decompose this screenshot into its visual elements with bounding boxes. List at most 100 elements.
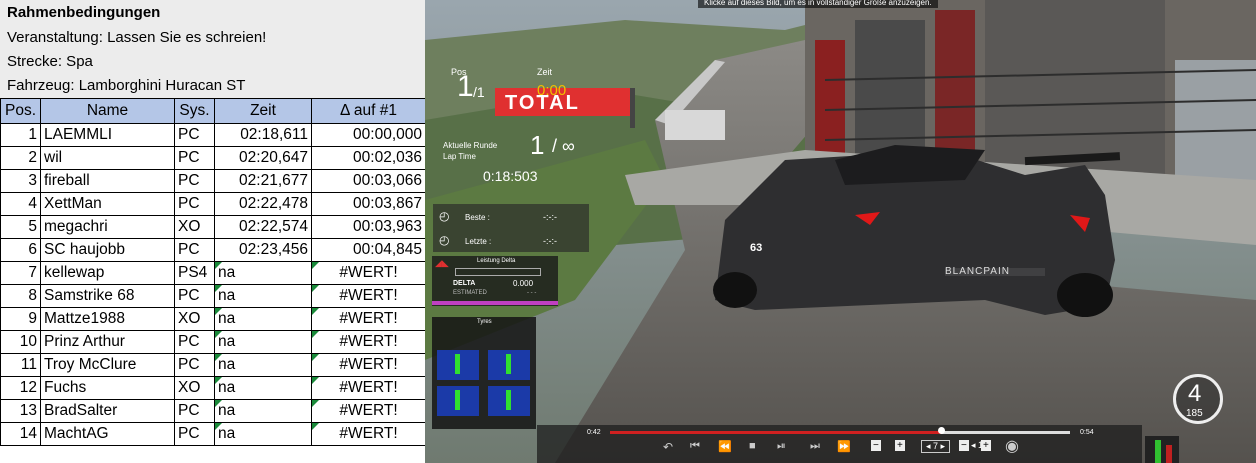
fast-back-icon[interactable]: ⏪ (718, 440, 732, 453)
replay-progress (610, 431, 942, 434)
cell-sys[interactable]: XO (174, 376, 215, 400)
delta-value: 0.000 (513, 279, 534, 288)
cell-name[interactable]: Prinz Arthur (40, 330, 175, 354)
cell-pos[interactable]: 7 (0, 261, 41, 285)
cell-pos[interactable]: 10 (0, 330, 41, 354)
cell-zeit[interactable]: 02:23,456 (214, 238, 312, 262)
gear-value: 4 (1188, 380, 1202, 407)
cell-zeit[interactable]: na (214, 353, 312, 377)
cell-zeit[interactable]: na (214, 422, 312, 446)
cell-delta[interactable]: #WERT! (311, 261, 425, 285)
header-zeit[interactable]: Zeit (214, 98, 312, 124)
cell-delta[interactable]: #WERT! (311, 330, 425, 354)
cell-name[interactable]: kellewap (40, 261, 175, 285)
cell-pos[interactable]: 3 (0, 169, 41, 193)
cell-pos[interactable]: 6 (0, 238, 41, 262)
cell-pos[interactable]: 12 (0, 376, 41, 400)
cell-delta[interactable]: #WERT! (311, 422, 425, 446)
cell-sys[interactable]: PC (174, 123, 215, 147)
cell-name[interactable]: Samstrike 68 (40, 284, 175, 308)
cell-sys[interactable]: PC (174, 399, 215, 423)
header-name[interactable]: Name (40, 98, 175, 124)
cell-name[interactable]: SC haujobb (40, 238, 175, 262)
cell-zeit[interactable]: na (214, 307, 312, 331)
cell-name[interactable]: megachri (40, 215, 175, 239)
cell-zeit[interactable]: na (214, 284, 312, 308)
cell-pos[interactable]: 1 (0, 123, 41, 147)
cell-zeit[interactable]: 02:18,611 (214, 123, 312, 147)
speed-select-box[interactable]: ◂ 7 ▸ (921, 440, 951, 453)
cell-name[interactable]: fireball (40, 169, 175, 193)
cell-sys[interactable]: PC (174, 353, 215, 377)
cell-sys[interactable]: PC (174, 422, 215, 446)
cell-sys[interactable]: PC (174, 146, 215, 170)
cell-delta[interactable]: #WERT! (311, 353, 425, 377)
cell-delta[interactable]: 00:03,867 (311, 192, 425, 216)
play-icon[interactable]: ⏯ (777, 440, 786, 453)
cell-pos[interactable]: 8 (0, 284, 41, 308)
top-hint: Klicke auf dieses Bild, um es in vollstä… (698, 0, 938, 8)
stop-icon[interactable]: ■ (749, 440, 756, 452)
cell-delta[interactable]: #WERT! (311, 399, 425, 423)
cell-pos[interactable]: 9 (0, 307, 41, 331)
cell-delta[interactable]: 00:00,000 (311, 123, 425, 147)
rewind-icon[interactable]: ↶ (663, 440, 673, 454)
header-sys[interactable]: Sys. (174, 98, 215, 124)
cell-name[interactable]: XettMan (40, 192, 175, 216)
cell-name[interactable]: Mattze1988 (40, 307, 175, 331)
cell-delta[interactable]: 00:03,066 (311, 169, 425, 193)
car-number: 63 (750, 242, 763, 254)
photo-mode-icon[interactable]: ◉ (1005, 436, 1019, 456)
cell-zeit[interactable]: na (214, 261, 312, 285)
cell-pos[interactable]: 11 (0, 353, 41, 377)
cell-name[interactable]: Troy McClure (40, 353, 175, 377)
cell-delta[interactable]: 00:02,036 (311, 146, 425, 170)
header-pos[interactable]: Pos. (0, 98, 41, 124)
cell-zeit[interactable]: 02:20,647 (214, 146, 312, 170)
delta-bar (455, 268, 541, 276)
cell-sys[interactable]: PC (174, 192, 215, 216)
cell-pos[interactable]: 2 (0, 146, 41, 170)
cell-zeit[interactable]: na (214, 330, 312, 354)
cell-zeit[interactable]: na (214, 399, 312, 423)
cell-pos[interactable]: 5 (0, 215, 41, 239)
telemetry-bar-green (1155, 440, 1161, 463)
cell-sys[interactable]: PC (174, 284, 215, 308)
header-delta[interactable]: Δ auf #1 (311, 98, 425, 124)
speed-minus-icon[interactable]: − (871, 440, 881, 451)
cell-name[interactable]: MachtAG (40, 422, 175, 446)
cell-delta[interactable]: 00:04,845 (311, 238, 425, 262)
cell-pos[interactable]: 13 (0, 399, 41, 423)
ac-logo-icon: ◢◣ (435, 258, 449, 268)
fast-forward-icon[interactable]: ⏩ (837, 440, 851, 453)
cell-sys[interactable]: XO (174, 215, 215, 239)
car-plus-icon[interactable]: + (981, 440, 991, 451)
cell-pos[interactable]: 4 (0, 192, 41, 216)
cell-name[interactable]: BradSalter (40, 399, 175, 423)
cell-zeit[interactable]: 02:21,677 (214, 169, 312, 193)
cell-pos[interactable]: 14 (0, 422, 41, 446)
cell-sys[interactable]: XO (174, 307, 215, 331)
cell-zeit[interactable]: 02:22,478 (214, 192, 312, 216)
car-minus-icon[interactable]: − (959, 440, 969, 451)
cell-sys[interactable]: PC (174, 238, 215, 262)
speed-plus-icon[interactable]: + (895, 440, 905, 451)
cell-name[interactable]: wil (40, 146, 175, 170)
cell-name[interactable]: LAEMMLI (40, 123, 175, 147)
cell-delta[interactable]: #WERT! (311, 307, 425, 331)
last-value: -:-:- (543, 236, 557, 246)
game-screenshot[interactable]: Klicke auf dieses Bild, um es in vollstä… (425, 0, 1256, 463)
cell-sys[interactable]: PC (174, 330, 215, 354)
cell-sys[interactable]: PC (174, 169, 215, 193)
skip-forward-icon[interactable]: ⏭ (810, 440, 820, 453)
cell-delta[interactable]: 00:03,963 (311, 215, 425, 239)
speed-select-value: 7 (933, 441, 939, 451)
skip-back-icon[interactable]: ⏮ (690, 440, 700, 453)
cell-name[interactable]: Fuchs (40, 376, 175, 400)
cell-zeit[interactable]: 02:22,574 (214, 215, 312, 239)
table-row: 1 LAEMMLI PC 02:18,611 00:00,000 (0, 123, 425, 147)
cell-zeit[interactable]: na (214, 376, 312, 400)
cell-sys[interactable]: PS4 (174, 261, 215, 285)
cell-delta[interactable]: #WERT! (311, 284, 425, 308)
cell-delta[interactable]: #WERT! (311, 376, 425, 400)
